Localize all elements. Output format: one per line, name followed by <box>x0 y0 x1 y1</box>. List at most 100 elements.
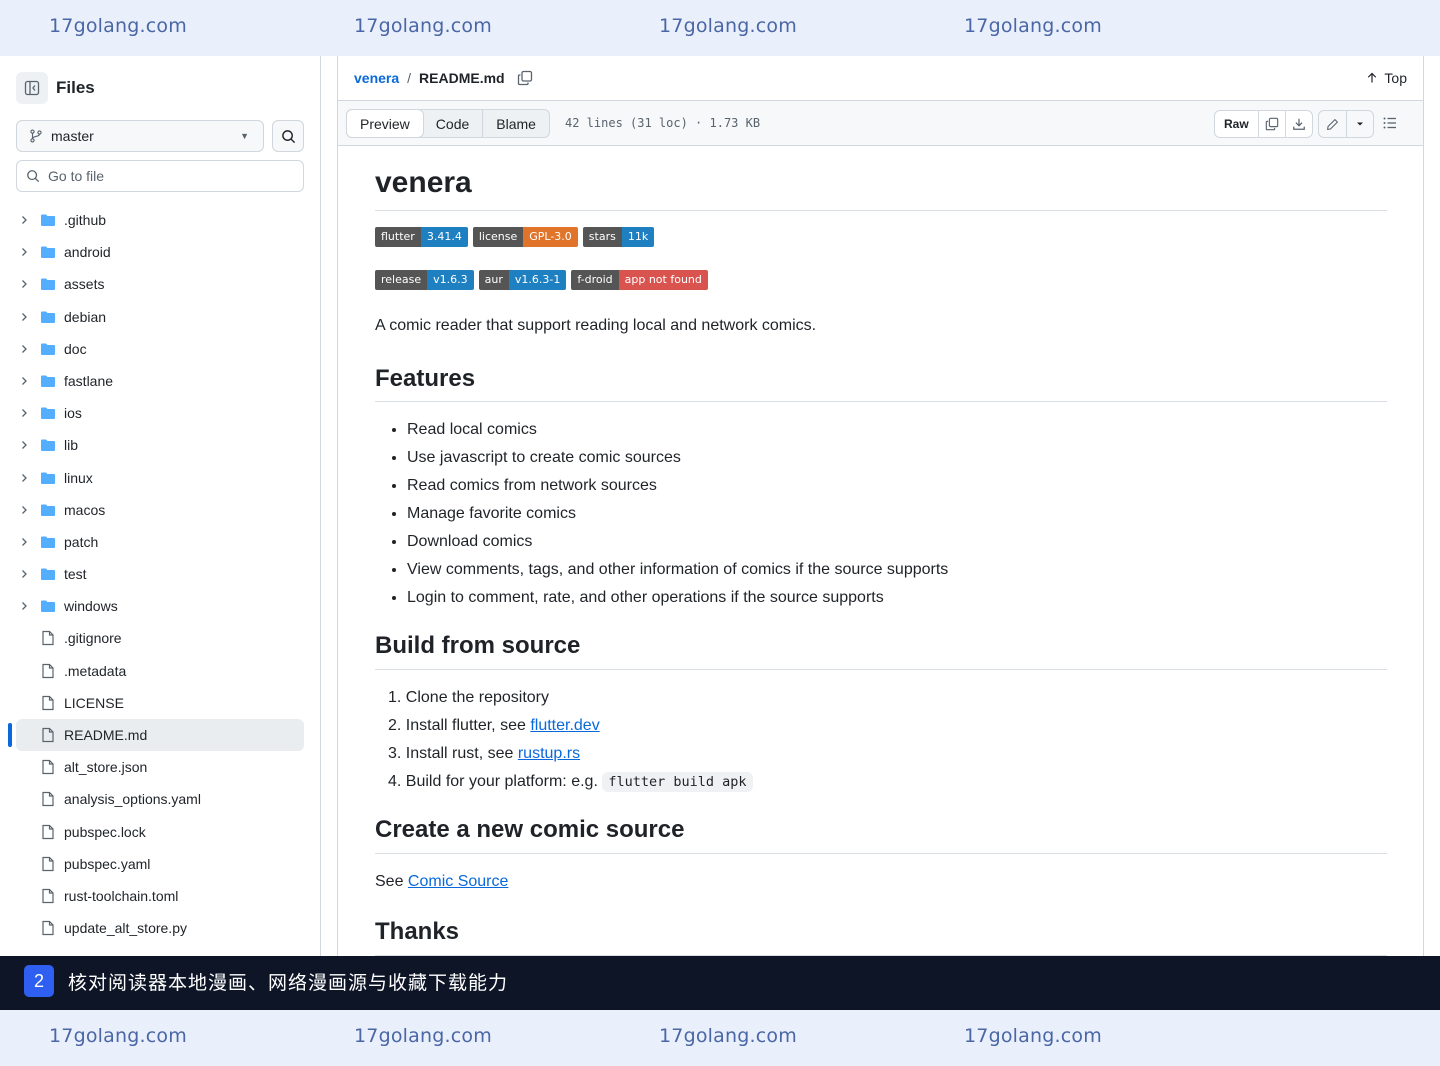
chevron-right-icon[interactable] <box>16 568 32 580</box>
readme-title: venera <box>375 166 1387 211</box>
tree-item-label: linux <box>64 469 93 486</box>
raw-button[interactable]: Raw <box>1215 111 1258 137</box>
tree-item-label: android <box>64 244 111 261</box>
collapse-sidebar-button[interactable] <box>16 72 48 104</box>
tab-code[interactable]: Code <box>423 110 482 137</box>
search-files-button[interactable] <box>272 120 304 152</box>
list-unordered-icon <box>1383 117 1396 129</box>
tree-file-item[interactable]: .gitignore <box>16 622 304 654</box>
tree-folder-item[interactable]: test <box>16 558 304 590</box>
tab-preview[interactable]: Preview <box>346 109 424 138</box>
tree-file-item[interactable]: update_alt_store.py <box>16 912 304 944</box>
edit-file-button[interactable] <box>1319 111 1346 137</box>
breadcrumb-file-name: README.md <box>419 70 505 86</box>
status-badge[interactable]: stars 11k <box>582 226 655 247</box>
tree-file-item[interactable]: rust-toolchain.toml <box>16 880 304 912</box>
badge-value: GPL-3.0 <box>523 226 578 247</box>
file-icon <box>40 888 56 907</box>
chevron-right-icon[interactable] <box>16 343 32 355</box>
tree-file-item[interactable]: alt_store.json <box>16 751 304 783</box>
tree-folder-item[interactable]: patch <box>16 526 304 558</box>
chevron-right-icon[interactable] <box>16 311 32 323</box>
back-to-top-button[interactable]: Top <box>1366 70 1407 86</box>
tree-file-item[interactable]: .metadata <box>16 655 304 687</box>
sidebar-collapse-icon <box>24 80 40 96</box>
chevron-right-icon[interactable] <box>16 407 32 419</box>
tree-folder-item[interactable]: debian <box>16 301 304 333</box>
pencil-icon <box>1327 118 1339 130</box>
chevron-right-icon[interactable] <box>16 246 32 258</box>
tree-file-item[interactable]: README.md <box>8 719 304 752</box>
chevron-right-icon[interactable] <box>16 600 32 612</box>
outline-button[interactable] <box>1382 115 1398 136</box>
status-badge[interactable]: release v1.6.3 <box>375 269 474 290</box>
tree-folder-item[interactable]: .github <box>16 204 304 236</box>
go-to-file-input[interactable]: Go to file <box>16 160 304 192</box>
tree-folder-item[interactable]: windows <box>16 590 304 622</box>
branch-selector[interactable]: master ▼ <box>16 120 264 152</box>
chevron-right-icon[interactable] <box>16 504 32 516</box>
step-text: Build for your platform: e.g. <box>405 773 603 791</box>
badge-key: release <box>375 269 428 290</box>
tree-file-item[interactable]: analysis_options.yaml <box>16 783 304 815</box>
tree-file-item[interactable]: pubspec.lock <box>16 816 304 848</box>
file-tree-sidebar: Files master ▼ Go to file .github android… <box>0 56 321 956</box>
tab-blame[interactable]: Blame <box>482 110 549 137</box>
tree-folder-item[interactable]: lib <box>16 429 304 461</box>
status-badge[interactable]: aur v1.6.3-1 <box>478 269 567 290</box>
chevron-right-icon[interactable] <box>16 536 32 548</box>
watermark-text: 17golang.com <box>49 15 187 37</box>
flutter-dev-link[interactable]: flutter.dev <box>530 717 599 734</box>
status-badge[interactable]: flutter 3.41.4 <box>375 226 468 247</box>
tree-item-label: .github <box>64 212 107 228</box>
copy-raw-button[interactable] <box>1257 111 1285 137</box>
file-icon <box>40 791 56 810</box>
badge-key: stars <box>582 226 622 247</box>
folder-icon <box>40 212 56 231</box>
file-icon <box>40 695 56 714</box>
breadcrumb-repo-link[interactable]: venera <box>354 70 399 86</box>
list-item: View comments, tags, and other informati… <box>407 558 1387 582</box>
folder-icon <box>40 437 56 456</box>
watermark-text: 17golang.com <box>964 1025 1102 1047</box>
tree-folder-item[interactable]: linux <box>16 462 304 494</box>
tree-item-label: pubspec.lock <box>64 823 146 840</box>
tree-item-label: test <box>64 566 87 583</box>
chevron-right-icon[interactable] <box>16 278 32 290</box>
edit-dropdown-button[interactable] <box>1346 111 1373 137</box>
tree-item-label: .gitignore <box>64 630 122 647</box>
chevron-right-icon[interactable] <box>16 214 32 226</box>
tree-folder-item[interactable]: doc <box>16 333 304 365</box>
comic-source-link[interactable]: Comic Source <box>408 873 508 890</box>
download-raw-button[interactable] <box>1284 111 1312 137</box>
tree-item-label: pubspec.yaml <box>64 855 151 872</box>
tree-item-label: update_alt_store.py <box>64 920 187 937</box>
rustup-link[interactable]: rustup.rs <box>518 745 580 762</box>
features-heading: Features <box>375 365 1387 403</box>
tree-folder-item[interactable]: android <box>16 236 304 268</box>
build-heading: Build from source <box>375 632 1387 671</box>
tree-item-label: README.md <box>64 727 148 743</box>
copy-path-button[interactable] <box>517 70 533 86</box>
watermark-text: 17golang.com <box>354 15 492 37</box>
status-badge[interactable]: license GPL-3.0 <box>472 226 578 247</box>
tree-folder-item[interactable]: macos <box>16 494 304 526</box>
tree-folder-item[interactable]: ios <box>16 397 304 429</box>
file-icon <box>40 663 56 682</box>
chevron-down-icon: ▼ <box>240 131 249 141</box>
tree-item-label: alt_store.json <box>64 759 148 776</box>
tree-file-item[interactable]: pubspec.yaml <box>16 848 304 880</box>
tree-folder-item[interactable]: assets <box>16 268 304 300</box>
tree-file-item[interactable]: LICENSE <box>16 687 304 719</box>
chevron-right-icon[interactable] <box>16 439 32 451</box>
step-text: Clone the repository <box>405 689 549 707</box>
badge-key: license <box>472 226 524 247</box>
chevron-right-icon[interactable] <box>16 375 32 387</box>
tree-item-label: windows <box>64 598 118 615</box>
chevron-right-icon[interactable] <box>16 472 32 484</box>
file-tree: .github android assets debian doc fastlane ios… <box>8 204 304 944</box>
status-badge[interactable]: f-droid app not found <box>571 269 708 290</box>
arrow-up-icon <box>1368 72 1377 83</box>
tree-folder-item[interactable]: fastlane <box>16 365 304 397</box>
git-branch-icon <box>30 129 42 143</box>
